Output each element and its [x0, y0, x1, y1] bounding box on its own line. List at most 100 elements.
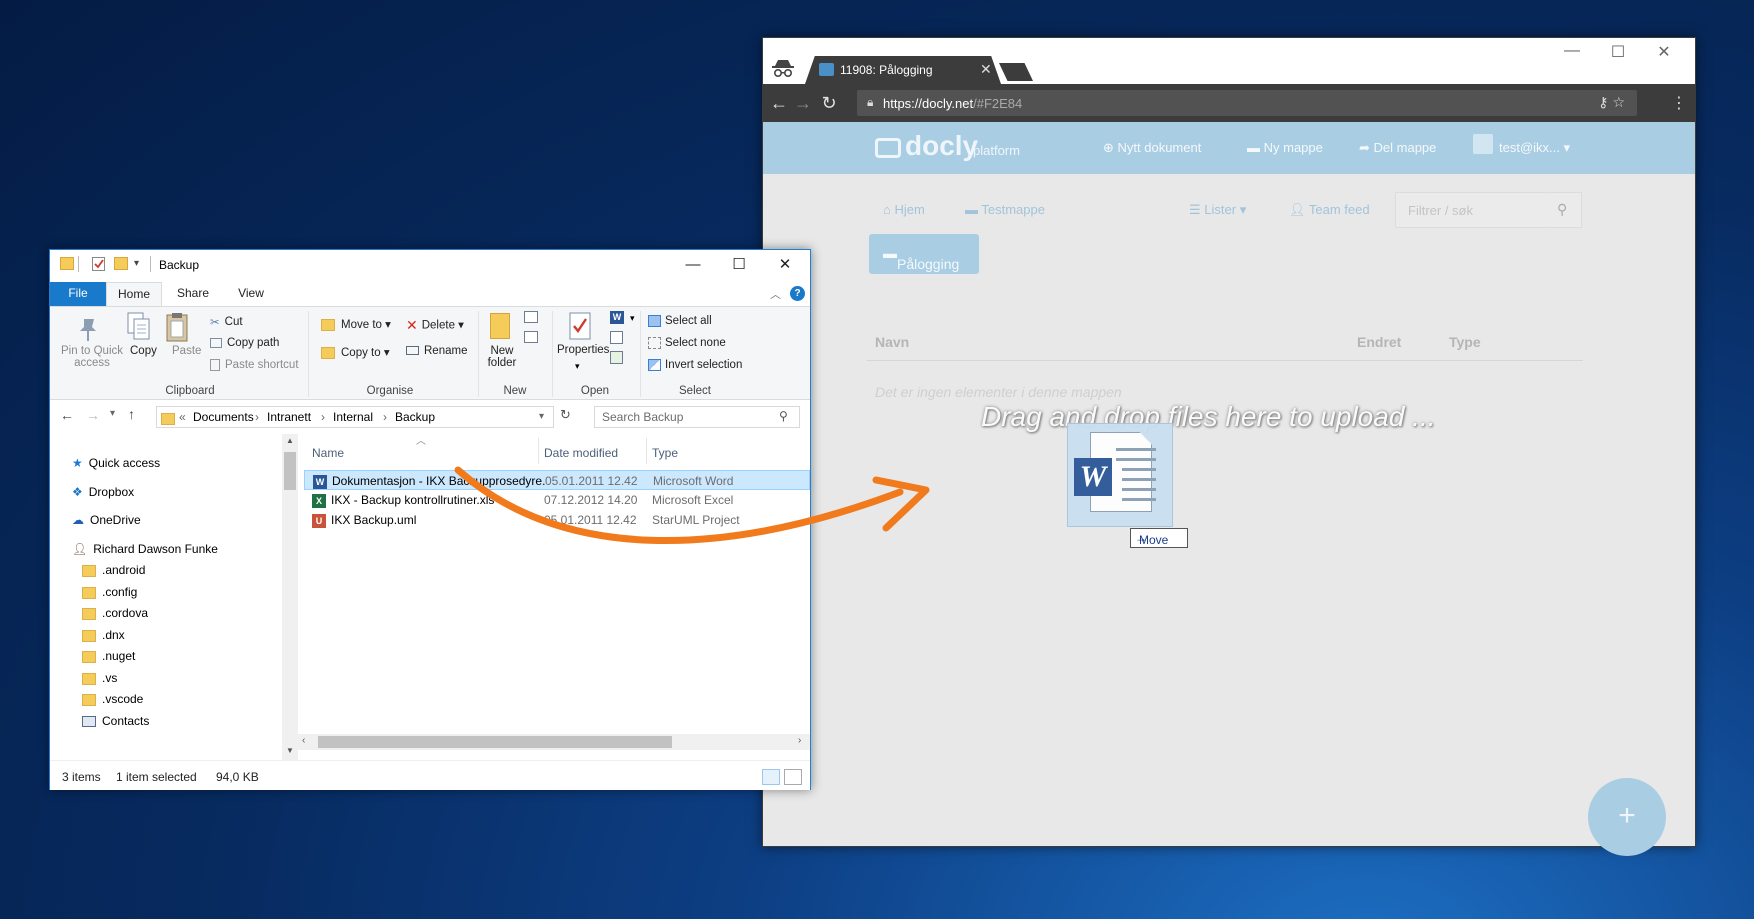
- select-none-button[interactable]: Select none: [648, 337, 726, 349]
- tree-dropbox[interactable]: ❖ Dropbox: [72, 485, 134, 499]
- search-button[interactable]: ⚲: [1546, 192, 1582, 228]
- subnav-hjem[interactable]: ⌂ Hjem: [883, 202, 925, 217]
- tree-scrollbar[interactable]: ▲ ▼: [282, 434, 298, 760]
- maximize-icon[interactable]: ☐: [716, 252, 762, 280]
- new-folder-button[interactable]: New folder: [487, 345, 517, 369]
- details-view-icon[interactable]: [762, 769, 780, 785]
- tree-folder-vs[interactable]: .vs: [82, 671, 117, 685]
- minimize-icon[interactable]: —: [670, 252, 716, 280]
- properties-icon[interactable]: [92, 257, 105, 271]
- tab-close-icon[interactable]: ✕: [980, 61, 992, 78]
- tab-file[interactable]: File: [50, 282, 106, 306]
- column-navn[interactable]: Navn: [875, 334, 909, 350]
- hscroll-thumb[interactable]: [318, 736, 672, 748]
- file-row[interactable]: X IKX - Backup kontrollrutiner.xls 07.12.…: [304, 490, 810, 510]
- tree-user[interactable]: 👤︎ Richard Dawson Funke: [72, 542, 218, 556]
- close-icon[interactable]: ✕: [762, 252, 808, 280]
- subnav-team-feed[interactable]: 👤︎ Team feed: [1289, 202, 1370, 218]
- address-bar[interactable]: 🔒︎ https://docly.net/#F2E84 ⚷ ☆: [857, 90, 1637, 116]
- up-icon[interactable]: ↑: [128, 406, 135, 422]
- select-all-button[interactable]: Select all: [648, 315, 712, 327]
- paste-button[interactable]: Paste: [172, 345, 201, 357]
- tree-folder-dnx[interactable]: .dnx: [82, 628, 125, 642]
- quick-access-dropdown-icon[interactable]: ▾: [134, 258, 139, 269]
- breadcrumb-internal[interactable]: Internal: [333, 410, 373, 424]
- pin-to-quick-access-button[interactable]: Pin to Quick access: [58, 345, 126, 369]
- browser-tab-active[interactable]: 11908: Pålogging ✕: [805, 56, 1001, 84]
- user-menu[interactable]: test@ikx... ▾: [1499, 140, 1570, 156]
- new-folder-icon[interactable]: [114, 257, 128, 270]
- open-word-icon[interactable]: W: [610, 311, 624, 324]
- copy-path-button[interactable]: Copy path: [210, 337, 279, 349]
- properties-button[interactable]: Properties: [557, 344, 609, 356]
- file-row[interactable]: W Dokumentasjon - IKX Backupprosedyre.d..…: [304, 470, 810, 490]
- menu-icon[interactable]: ⋮: [1671, 93, 1687, 113]
- move-to-button[interactable]: Move to ▾: [321, 317, 391, 331]
- filter-input[interactable]: Filtrer / søk: [1395, 192, 1547, 228]
- tree-folder-vscode[interactable]: .vscode: [82, 692, 143, 706]
- nav-ny-mappe[interactable]: ▬ Ny mappe: [1247, 140, 1323, 155]
- back-icon[interactable]: ←: [60, 407, 74, 423]
- forward-icon[interactable]: →: [791, 93, 815, 114]
- address-dropdown-icon[interactable]: ▾: [539, 411, 544, 422]
- search-input[interactable]: Search Backup ⚲: [594, 406, 800, 428]
- tree-quick-access[interactable]: ★ Quick access: [72, 456, 160, 470]
- new-item-icon[interactable]: [524, 311, 538, 323]
- column-endret[interactable]: Endret: [1357, 334, 1401, 350]
- file-list-hscrollbar[interactable]: ‹ ›: [298, 734, 810, 750]
- new-tab-button[interactable]: [999, 63, 1033, 81]
- easy-access-icon[interactable]: [524, 331, 538, 343]
- back-icon[interactable]: ←: [767, 93, 791, 114]
- properties-dropdown-icon[interactable]: ▾: [575, 361, 580, 372]
- column-type[interactable]: Type: [1449, 334, 1481, 350]
- tree-scrollbar-thumb[interactable]: [284, 452, 296, 490]
- column-type[interactable]: Type: [652, 446, 678, 460]
- open-dropdown-icon[interactable]: ▾: [630, 313, 635, 324]
- reload-icon[interactable]: ↻: [817, 93, 841, 114]
- subnav-lister[interactable]: ☰ Lister ▾: [1189, 202, 1246, 218]
- copy-to-button[interactable]: Copy to ▾: [321, 345, 390, 359]
- maximize-icon[interactable]: ☐: [1603, 42, 1633, 62]
- avatar[interactable]: [1473, 134, 1493, 154]
- tab-view[interactable]: View: [224, 282, 278, 306]
- edit-icon[interactable]: [610, 331, 623, 344]
- drop-zone-message[interactable]: Drag and drop files here to upload ...: [981, 401, 1436, 433]
- breadcrumb-backup[interactable]: Backup: [395, 410, 435, 424]
- breadcrumb-documents[interactable]: Documents: [193, 410, 254, 424]
- tree-contacts[interactable]: Contacts: [82, 714, 149, 728]
- tree-onedrive[interactable]: ☁ OneDrive: [72, 513, 141, 527]
- add-button[interactable]: +: [1588, 778, 1666, 856]
- tab-share[interactable]: Share: [164, 282, 222, 306]
- tree-folder-nuget[interactable]: .nuget: [82, 649, 135, 663]
- invert-selection-button[interactable]: Invert selection: [648, 359, 742, 371]
- tree-folder-cordova[interactable]: .cordova: [82, 606, 148, 620]
- docly-logo[interactable]: docly: [905, 130, 978, 162]
- address-input[interactable]: « Documents › Intranett › Internal › Bac…: [156, 406, 554, 428]
- column-date-modified[interactable]: Date modified: [544, 446, 618, 460]
- paste-shortcut-button[interactable]: Paste shortcut: [210, 359, 299, 371]
- forward-icon[interactable]: →: [86, 407, 100, 423]
- large-icons-view-icon[interactable]: [784, 769, 802, 785]
- collapse-ribbon-icon[interactable]: ︿: [770, 286, 781, 302]
- star-icon[interactable]: ⚷ ☆: [1598, 94, 1625, 111]
- tab-home[interactable]: Home: [106, 282, 162, 306]
- tree-folder-config[interactable]: .config: [82, 585, 137, 599]
- tree-folder-android[interactable]: .android: [82, 563, 145, 577]
- file-row[interactable]: U IKX Backup.uml 05.01.2011 12.42 StarUML…: [304, 510, 810, 530]
- nav-nytt-dokument[interactable]: ⊕ Nytt dokument: [1103, 140, 1201, 156]
- recent-locations-icon[interactable]: ▾: [110, 408, 115, 419]
- minimize-icon[interactable]: —: [1557, 42, 1587, 60]
- copy-button[interactable]: Copy: [130, 345, 157, 357]
- subnav-testmappe[interactable]: ▬ Testmappe: [965, 202, 1045, 217]
- close-icon[interactable]: ✕: [1649, 42, 1679, 62]
- breadcrumb[interactable]: ▬ Pålogging: [869, 234, 979, 274]
- nav-del-mappe[interactable]: ➦ Del mappe: [1359, 140, 1436, 156]
- column-name[interactable]: Name: [312, 446, 344, 460]
- help-icon[interactable]: ?: [790, 286, 805, 301]
- history-icon[interactable]: [610, 351, 623, 364]
- rename-button[interactable]: Rename: [406, 345, 467, 357]
- cut-button[interactable]: ✂ Cut: [210, 315, 243, 329]
- refresh-icon[interactable]: ↻: [560, 407, 571, 423]
- delete-button[interactable]: ✕ Delete ▾: [406, 317, 464, 334]
- breadcrumb-intranett[interactable]: Intranett: [267, 410, 311, 424]
